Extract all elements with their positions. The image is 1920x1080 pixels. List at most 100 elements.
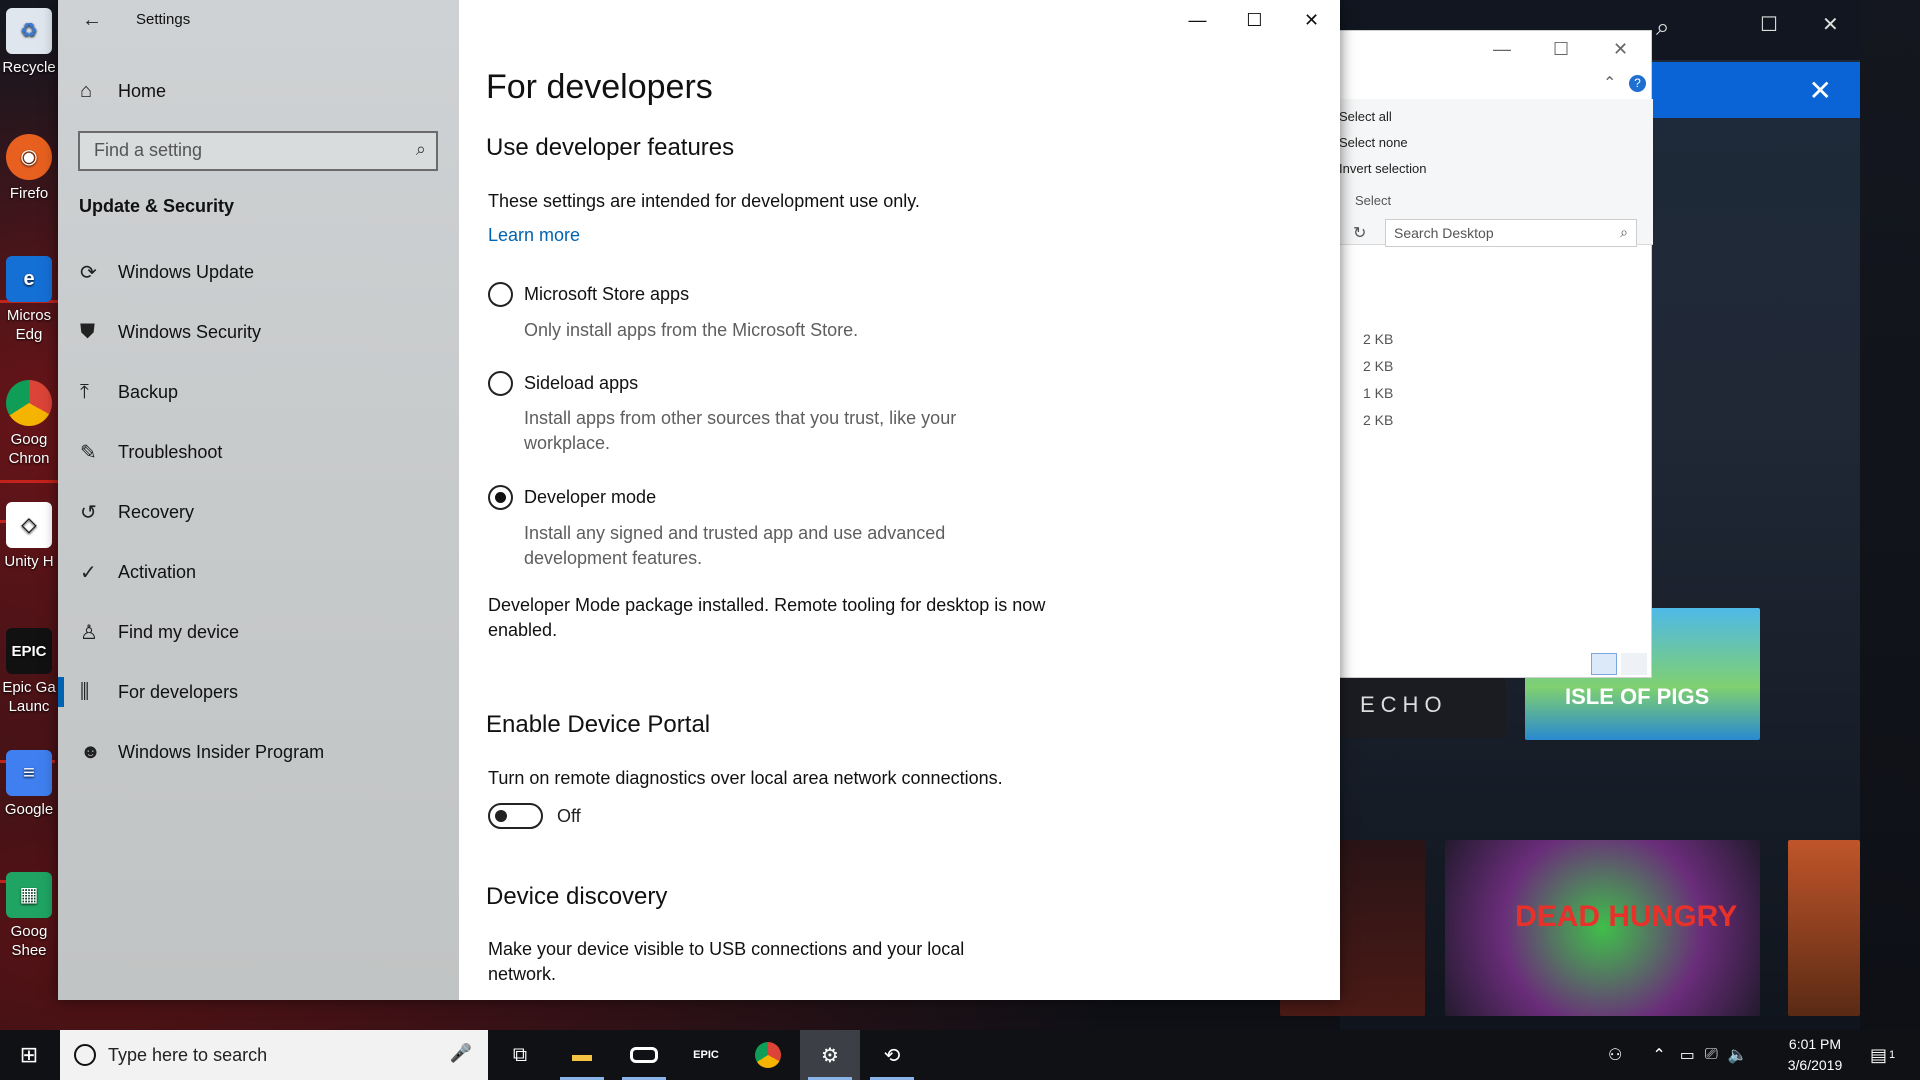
window-title: Settings	[136, 11, 191, 28]
desktop-icon-chrome[interactable]: Goog Chron	[0, 380, 58, 468]
clock-time: 6:01 PM	[1788, 1036, 1842, 1052]
search-icon: ⌕	[415, 139, 426, 159]
start-button[interactable]: ⊞	[0, 1030, 58, 1080]
desktop-icon-epic-games[interactable]: EPIC Epic Ga Launc	[0, 628, 58, 716]
learn-more-link[interactable]: Learn more	[488, 225, 580, 246]
desktop-icon-label: Google	[4, 801, 54, 818]
chrome-icon	[6, 380, 52, 426]
taskbar-oculus[interactable]	[614, 1030, 674, 1080]
find-setting-input[interactable]: Find a setting ⌕	[78, 131, 438, 171]
close-icon[interactable]: ✕	[1613, 39, 1628, 60]
desktop-icon-edge[interactable]: e Micros Edg	[0, 256, 58, 344]
volume-icon[interactable]: 🔈	[1728, 1045, 1748, 1065]
search-icon: ⌕	[1620, 224, 1628, 240]
desktop-icon-google-sheets[interactable]: ▦ Goog Shee	[0, 872, 58, 960]
desktop-icon-recycle-bin[interactable]: ♻ Recycle	[0, 8, 58, 77]
search-placeholder: Search Desktop	[1394, 225, 1494, 241]
clock-date: 3/6/2019	[1787, 1057, 1843, 1073]
large-icons-view-icon[interactable]	[1621, 653, 1647, 675]
invert-selection-button[interactable]: Invert selection	[1339, 161, 1426, 176]
taskbar-chrome[interactable]	[738, 1030, 798, 1080]
sidebar-item-windows-update[interactable]: ⟳ Windows Update	[58, 242, 459, 302]
search-placeholder: Find a setting	[94, 140, 203, 160]
search-desktop-input[interactable]: Search Desktop ⌕	[1385, 219, 1637, 247]
desktop-icon-label: Epic Ga Launc	[2, 679, 56, 715]
page-title: For developers	[486, 68, 713, 106]
home-nav-item[interactable]: ⌂ Home	[78, 76, 166, 106]
sidebar-item-backup[interactable]: ⤒ Backup	[58, 362, 459, 422]
sidebar-item-find-my-device[interactable]: ♙ Find my device	[58, 602, 459, 662]
google-docs-icon: ≡	[6, 750, 52, 796]
shield-icon: ⛊	[80, 320, 95, 343]
epic-games-icon: EPIC	[693, 1049, 719, 1061]
desktop-icon-label: Micros Edg	[6, 307, 52, 343]
unity-icon: ◇	[6, 502, 52, 548]
taskbar-file-explorer[interactable]: ▬	[552, 1030, 612, 1080]
battery-icon[interactable]: ▭	[1680, 1045, 1695, 1065]
radio-description: Install apps from other sources that you…	[524, 408, 957, 453]
minimize-icon[interactable]: —	[1493, 39, 1511, 60]
cortana-icon	[74, 1044, 96, 1066]
sidebar-item-activation[interactable]: ✓ Activation	[58, 542, 459, 602]
device-portal-toggle[interactable]	[488, 803, 543, 829]
settings-sidebar: ← Settings ⌂ Home Find a setting ⌕ Updat…	[58, 0, 459, 1000]
intro-text: These settings are intended for developm…	[488, 191, 920, 211]
settings-content: For developers Use developer features Th…	[459, 0, 1340, 1000]
epic-games-icon: EPIC	[6, 628, 52, 674]
desktop-icon-label: Recycle	[2, 59, 56, 76]
help-icon[interactable]: ?	[1629, 75, 1646, 92]
desktop-icon-google-docs[interactable]: ≡ Google	[0, 750, 58, 819]
sidebar-item-windows-insider[interactable]: ☻ Windows Insider Program	[58, 722, 459, 782]
radio-label: Developer mode	[524, 487, 657, 507]
maximize-icon[interactable]: ☐	[1760, 12, 1778, 37]
desktop-icon-firefox[interactable]: ◉ Firefo	[0, 134, 58, 203]
settings-gear-icon: ⚙	[821, 1044, 839, 1067]
taskbar: ⊞ Type here to search 🎤 ⧉ ▬ EPIC ⚙ ⟲ ⚇ ⌃…	[0, 1030, 1920, 1080]
chevron-up-icon[interactable]: ⌃	[1652, 1045, 1665, 1065]
taskbar-search-box[interactable]: Type here to search 🎤	[60, 1030, 488, 1080]
developer-mode-status: Developer Mode package installed. Remote…	[488, 595, 1046, 640]
action-center-button[interactable]: ▤ 1	[1870, 1030, 1895, 1080]
taskbar-epic-games[interactable]: EPIC	[676, 1030, 736, 1080]
echo-game-tile[interactable]: ECHO	[1340, 678, 1505, 738]
dead-hungry-tile[interactable]: DEAD HUNGRY	[1445, 840, 1760, 1016]
taskbar-sync-app[interactable]: ⟲	[862, 1030, 922, 1080]
close-icon[interactable]: ✕	[1809, 74, 1832, 107]
taskbar-settings[interactable]: ⚙	[800, 1030, 860, 1080]
sidebar-item-windows-security[interactable]: ⛊ Windows Security	[58, 302, 459, 362]
file-explorer-icon: ▬	[572, 1043, 592, 1066]
notification-icon: ▤	[1870, 1044, 1888, 1065]
network-icon[interactable]: ⎚	[1705, 1046, 1718, 1064]
close-icon[interactable]: ✕	[1822, 12, 1839, 37]
radio-button-checked[interactable]	[488, 485, 513, 510]
microphone-icon[interactable]: 🎤	[450, 1043, 472, 1064]
game-tile[interactable]	[1788, 840, 1860, 1016]
radio-button[interactable]	[488, 371, 513, 396]
sidebar-item-label: Find my device	[118, 621, 240, 642]
details-view-icon[interactable]	[1591, 653, 1617, 675]
radio-button[interactable]	[488, 282, 513, 307]
sidebar-item-for-developers[interactable]: ⫼ For developers	[58, 662, 459, 722]
file-size: 2 KB	[1363, 358, 1394, 374]
sidebar-item-label: Recovery	[118, 501, 195, 522]
sidebar-item-recovery[interactable]: ↺ Recovery	[58, 482, 459, 542]
file-size: 1 KB	[1363, 385, 1394, 401]
select-none-button[interactable]: Select none	[1339, 135, 1408, 150]
back-button[interactable]: ←	[76, 6, 108, 34]
radio-microsoft-store-apps[interactable]: Microsoft Store apps	[488, 282, 689, 307]
taskbar-clock[interactable]: 6:01 PM 3/6/2019	[1770, 1034, 1860, 1076]
chevron-up-icon[interactable]: ⌃	[1603, 73, 1616, 93]
device-portal-description: Turn on remote diagnostics over local ar…	[488, 768, 1003, 788]
search-icon[interactable]: ⌕	[1656, 14, 1669, 42]
radio-developer-mode[interactable]: Developer mode	[488, 485, 656, 510]
radio-sideload-apps[interactable]: Sideload apps	[488, 371, 638, 396]
task-view-button[interactable]: ⧉	[490, 1030, 550, 1080]
refresh-icon[interactable]: ↻	[1353, 223, 1366, 243]
maximize-icon[interactable]: ☐	[1553, 39, 1569, 60]
sync-app-icon: ⟲	[883, 1044, 901, 1067]
sidebar-item-troubleshoot[interactable]: ✎ Troubleshoot	[58, 422, 459, 482]
people-icon[interactable]: ⚇	[1608, 1045, 1622, 1065]
select-all-button[interactable]: Select all	[1339, 109, 1392, 124]
section-heading-developer-features: Use developer features	[486, 134, 735, 161]
desktop-icon-unity-hub[interactable]: ◇ Unity H	[0, 502, 58, 571]
